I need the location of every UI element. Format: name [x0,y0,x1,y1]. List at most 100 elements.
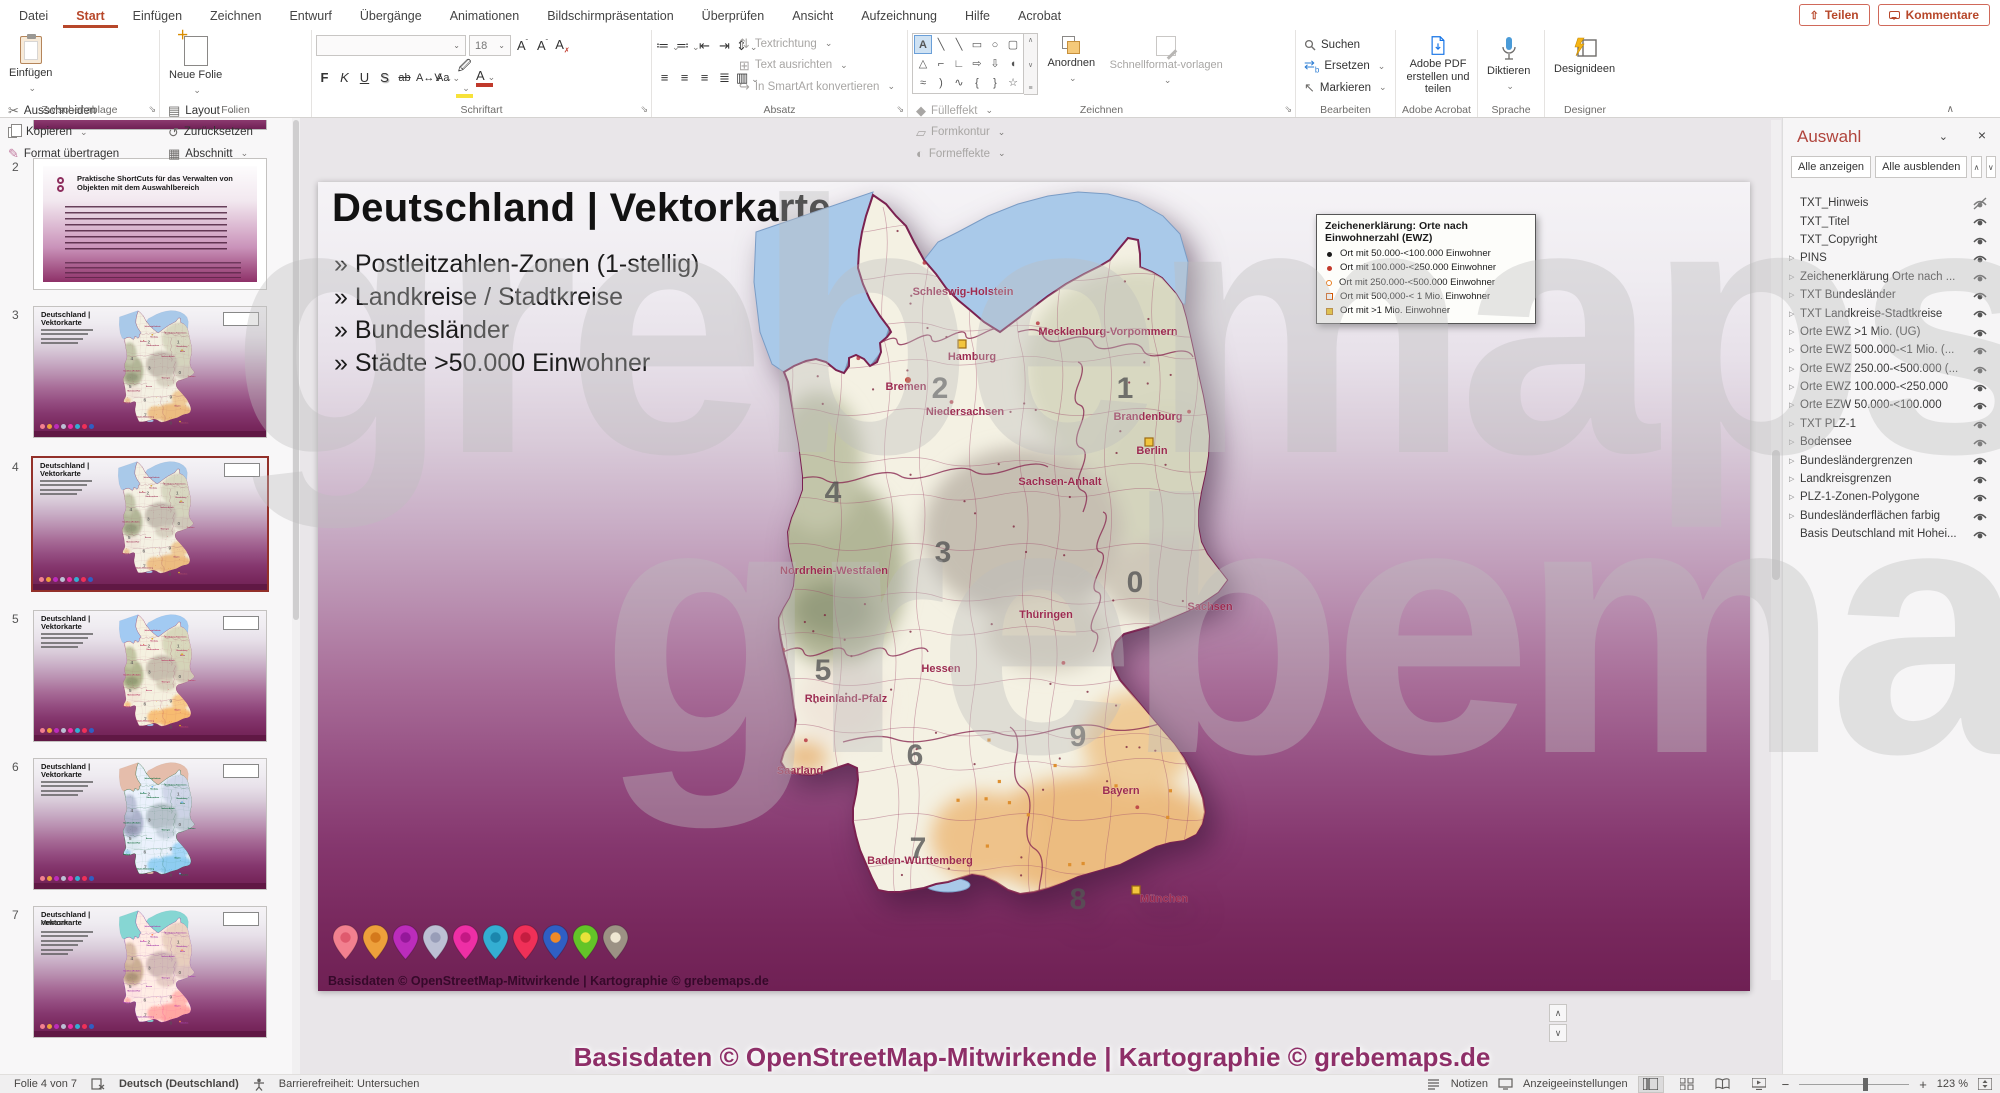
selection-item[interactable]: ▷ TXT Landkreise-Stadtkreise [1783,304,2000,322]
visible-eye-icon[interactable] [1972,363,1988,376]
visible-eye-icon[interactable] [1972,326,1988,339]
shape-effects-button[interactable]: ◐ Formeffekte [912,143,1010,164]
visible-eye-icon[interactable] [1972,436,1988,449]
display-settings-button[interactable]: Anzeigeeinstellungen [1523,1078,1628,1090]
shape-cell[interactable]: ╲ [932,35,950,54]
visible-eye-icon[interactable] [1972,234,1988,247]
map-pin[interactable] [362,924,389,961]
slide-thumbnail-7[interactable]: Deutschland | Vektorkarte KOMPLETT: [33,906,267,1038]
zoom-out-button[interactable]: − [1782,1077,1790,1092]
shape-cell[interactable]: ▢ [1004,35,1022,54]
language-indicator[interactable]: Deutsch (Deutschland) [119,1078,239,1090]
visible-eye-icon[interactable] [1972,381,1988,394]
visible-eye-icon[interactable] [1972,510,1988,523]
expand-arrow-icon[interactable]: ▷ [1789,365,1800,373]
visible-eye-icon[interactable] [1972,528,1988,541]
collapse-ribbon-icon[interactable]: ∧ [1947,104,1954,115]
paragraph-dialog-launcher[interactable]: ⇘ [896,104,904,115]
shape-cell[interactable]: ○ [986,35,1004,54]
format-painter-button[interactable]: ✎ Format übertragen [4,143,123,164]
expand-arrow-icon[interactable]: ▷ [1789,475,1800,483]
visible-eye-icon[interactable] [1972,399,1988,412]
map-pin[interactable] [602,924,629,961]
increase-indent-button[interactable]: ⇥ [716,38,733,54]
selection-item[interactable]: TXT_Titel [1783,212,2000,230]
next-slide-button[interactable]: ∨ [1549,1024,1567,1042]
shape-cell[interactable]: ∿ [950,73,968,92]
align-center-button[interactable]: ≡ [676,70,693,85]
shape-cell[interactable]: } [986,73,1004,92]
quick-styles-button[interactable]: Schnellformat-vorlagen [1105,33,1228,99]
expand-arrow-icon[interactable]: ▷ [1789,273,1800,281]
spellcheck-icon[interactable] [91,1078,105,1090]
strikethrough-button[interactable]: ab [396,72,413,84]
shape-outline-button[interactable]: ▱ Formkontur [912,122,1010,143]
section-button[interactable]: ▦ Abschnitt [164,143,257,164]
shape-cell[interactable]: ⇩ [986,54,1004,73]
map-pin[interactable] [572,924,599,961]
slide-bullets[interactable]: » Postleitzahlen-Zonen (1-stellig) » Land… [334,248,699,380]
align-left-button[interactable]: ≡ [656,70,673,85]
thumbnail-scrollbar[interactable] [292,118,300,1074]
tab-überprüfen[interactable]: Überprüfen [689,3,778,28]
expand-arrow-icon[interactable]: ▷ [1789,512,1800,520]
map-pin[interactable] [452,924,479,961]
tab-übergänge[interactable]: Übergänge [347,3,435,28]
clear-format-button[interactable]: A✗ [554,37,571,55]
decrease-indent-button[interactable]: ⇤ [696,38,713,54]
zoom-level[interactable]: 123 % [1937,1078,1968,1090]
fit-to-window-icon[interactable] [1978,1078,1992,1090]
canvas-scrollbar[interactable] [1771,120,1781,980]
map-pin[interactable] [542,924,569,961]
text-shadow-button[interactable]: S [376,70,393,85]
expand-arrow-icon[interactable]: ▷ [1789,457,1800,465]
slide-4-canvas[interactable]: Deutschland | Vektorkarte » Postleitzahl… [318,182,1750,991]
shape-cell[interactable]: ) [932,73,950,92]
germany-map[interactable]: Schleswig-Holstein Mecklenburg-Vorpommern… [748,182,1348,987]
expand-arrow-icon[interactable]: ▷ [1789,291,1800,299]
selection-item[interactable]: ▷ Orte EWZ 100.000-<250.000 [1783,378,2000,396]
smartart-button[interactable]: ↪ In SmartArt konvertieren [735,76,899,97]
highlight-color-button[interactable]: 🖉 [456,57,473,98]
share-button[interactable]: ⇧ Teilen [1798,4,1870,26]
hidden-eye-icon[interactable] [1972,197,1988,210]
shape-cell[interactable]: ◖ [1004,54,1022,73]
shape-cell[interactable]: A [914,35,932,54]
tab-zeichnen[interactable]: Zeichnen [197,3,274,28]
change-case-button[interactable]: Aa [436,72,453,84]
expand-arrow-icon[interactable]: ▷ [1789,420,1800,428]
font-dialog-launcher[interactable]: ⇘ [640,104,648,115]
tab-einfügen[interactable]: Einfügen [120,3,195,28]
tab-aufzeichnung[interactable]: Aufzeichnung [848,3,950,28]
numbered-list-button[interactable]: ≕ [676,38,693,54]
expand-arrow-icon[interactable]: ▷ [1789,310,1800,318]
accessibility-status[interactable]: Barrierefreiheit: Untersuchen [279,1078,420,1090]
bold-button[interactable]: F [316,70,333,85]
selection-item[interactable]: ▷ Orte EWZ 500.000-<1 Mio. (... [1783,341,2000,359]
expand-arrow-icon[interactable]: ▷ [1789,346,1800,354]
comments-button[interactable]: Kommentare [1877,4,1990,26]
selection-item[interactable]: ▷ Bundesländergrenzen [1783,451,2000,469]
shape-cell[interactable]: ⇨ [968,54,986,73]
slide-thumbnail-5[interactable]: Deutschland | Vektorkarte [33,610,267,742]
map-pin[interactable] [392,924,419,961]
pane-menu-chevron-icon[interactable]: ⌄ [1939,130,1948,143]
map-legend[interactable]: Zeichenerklärung: Orte nach Einwohnerzah… [1316,214,1536,325]
shape-cell[interactable]: ☆ [1004,73,1022,92]
font-color-button[interactable]: A [476,68,493,87]
visible-eye-icon[interactable] [1972,271,1988,284]
tab-ansicht[interactable]: Ansicht [779,3,846,28]
visible-eye-icon[interactable] [1972,473,1988,486]
shape-cell[interactable]: △ [914,54,932,73]
selection-item[interactable]: ▷ Bundesländerflächen farbig [1783,507,2000,525]
drawing-dialog-launcher[interactable]: ⇘ [1284,104,1292,115]
copy-button[interactable]: Kopieren [4,122,123,143]
tab-animationen[interactable]: Animationen [437,3,533,28]
slideshow-view-button[interactable] [1746,1076,1772,1093]
adobe-pdf-button[interactable]: Adobe PDF erstellen und teilen [1400,33,1476,99]
selection-item[interactable]: ▷ TXT PLZ-1 [1783,415,2000,433]
selection-item[interactable]: ▷ PLZ-1-Zonen-Polygone [1783,488,2000,506]
selection-item[interactable]: ▷ TXT Bundesländer [1783,286,2000,304]
visible-eye-icon[interactable] [1972,418,1988,431]
expand-arrow-icon[interactable]: ▷ [1789,254,1800,262]
